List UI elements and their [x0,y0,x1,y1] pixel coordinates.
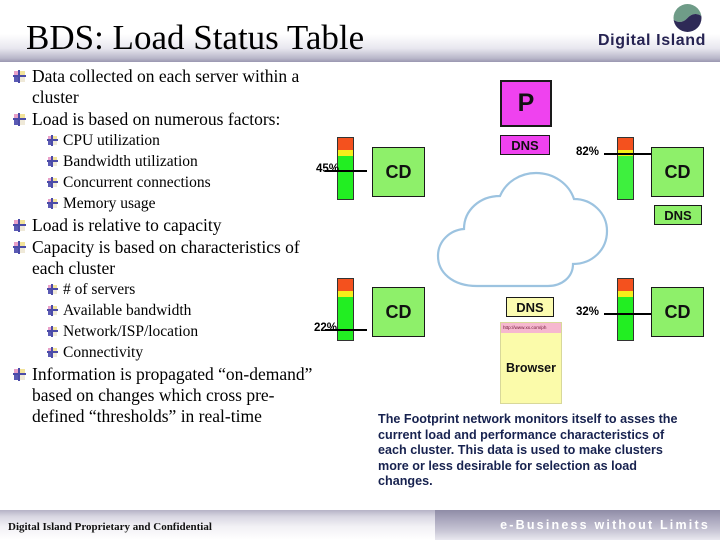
list-item: Connectivity [47,343,324,363]
page-title: BDS: Load Status Table [26,18,365,57]
list-item-label: # of servers [63,281,136,298]
load-gauge-bottom-left [337,278,354,341]
bullet-list: Data collected on each server within a c… [13,66,324,428]
list-item: Capacity is based on characteristics of … [13,237,324,279]
list-item-label: CPU utilization [63,132,160,149]
list-item: Data collected on each server within a c… [13,66,324,108]
list-item-label: Memory usage [63,195,156,212]
list-item: Network/ISP/location [47,322,324,342]
footer-tagline: e-Business without Limits [500,518,710,532]
cluster-node-bottom-left: CD [372,287,425,337]
list-item: # of servers [47,280,324,300]
browser-window[interactable]: http://www.xx.com/ph Browser [500,322,562,404]
cluster-node-top-left: CD [372,147,425,197]
browser-dns-label: DNS [506,297,554,317]
list-item: CPU utilization [47,131,324,151]
list-item: Information is propagated “on-demand” ba… [13,364,324,427]
list-item: Memory usage [47,194,324,214]
pinwheel-bullet-icon [13,113,26,126]
proxy-node-box: P [500,80,552,127]
browser-label: Browser [505,361,557,375]
load-gauge-bottom-right [617,278,634,341]
list-item: Bandwidth utilization [47,152,324,172]
cluster-node-bottom-right: CD [651,287,704,337]
network-diagram: P DNS 45% CD 82% CD DNS 22% CD 32% CD DN… [314,64,720,404]
list-item-label: Available bandwidth [63,302,192,319]
footer-tagline-bar: e-Business without Limits [435,510,720,540]
diagram-caption: The Footprint network monitors itself to… [378,412,678,489]
browser-url-text: http://www.xx.com/ph [503,325,547,330]
load-percent-top-left: 45% [316,163,340,175]
list-item: Load is based on numerous factors: [13,109,324,130]
footer-confidentiality-notice: Digital Island Proprietary and Confident… [8,521,212,533]
list-item-label: Capacity is based on characteristics of … [32,237,300,278]
pinwheel-bullet-icon [13,241,26,254]
list-item-label: Network/ISP/location [63,323,199,340]
list-item-label: Information is propagated “on-demand” ba… [32,364,313,426]
slide: BDS: Load Status Table Digital Island Da… [0,0,720,540]
load-percent-bottom-right: 32% [576,306,600,318]
pinwheel-bullet-icon [47,177,58,188]
list-item-label: Load is based on numerous factors: [32,109,281,129]
cluster-node-top-right: CD [651,147,704,197]
pinwheel-bullet-icon [47,135,58,146]
gauge-needle-bottom-right [604,313,654,315]
pinwheel-bullet-icon [13,219,26,232]
pinwheel-bullet-icon [13,368,26,381]
pinwheel-bullet-icon [13,70,26,83]
browser-url-bar[interactable]: http://www.xx.com/ph [501,323,561,333]
load-gauge-top-right [617,137,634,200]
logo-wordmark: Digital Island [598,32,706,49]
pinwheel-bullet-icon [47,284,58,295]
load-percent-bottom-left: 22% [314,322,338,334]
list-item: Load is relative to capacity [13,215,324,236]
gauge-needle-top-right [604,153,654,155]
logo: Digital Island [582,2,712,54]
pinwheel-bullet-icon [47,326,58,337]
pinwheel-bullet-icon [47,198,58,209]
cluster-dns-top-right: DNS [654,205,702,225]
proxy-dns-label: DNS [500,135,550,155]
list-item-label: Data collected on each server within a c… [32,66,300,107]
pinwheel-bullet-icon [47,156,58,167]
list-item-label: Bandwidth utilization [63,153,198,170]
cloud-icon [436,171,609,288]
list-item-label: Connectivity [63,344,144,361]
load-gauge-top-left [337,137,354,200]
list-item: Concurrent connections [47,173,324,193]
island-logo-icon [671,3,704,33]
list-item-label: Concurrent connections [63,174,211,191]
list-item: Available bandwidth [47,301,324,321]
pinwheel-bullet-icon [47,305,58,316]
load-percent-top-right: 82% [576,146,600,158]
list-item-label: Load is relative to capacity [32,215,222,235]
pinwheel-bullet-icon [47,347,58,358]
